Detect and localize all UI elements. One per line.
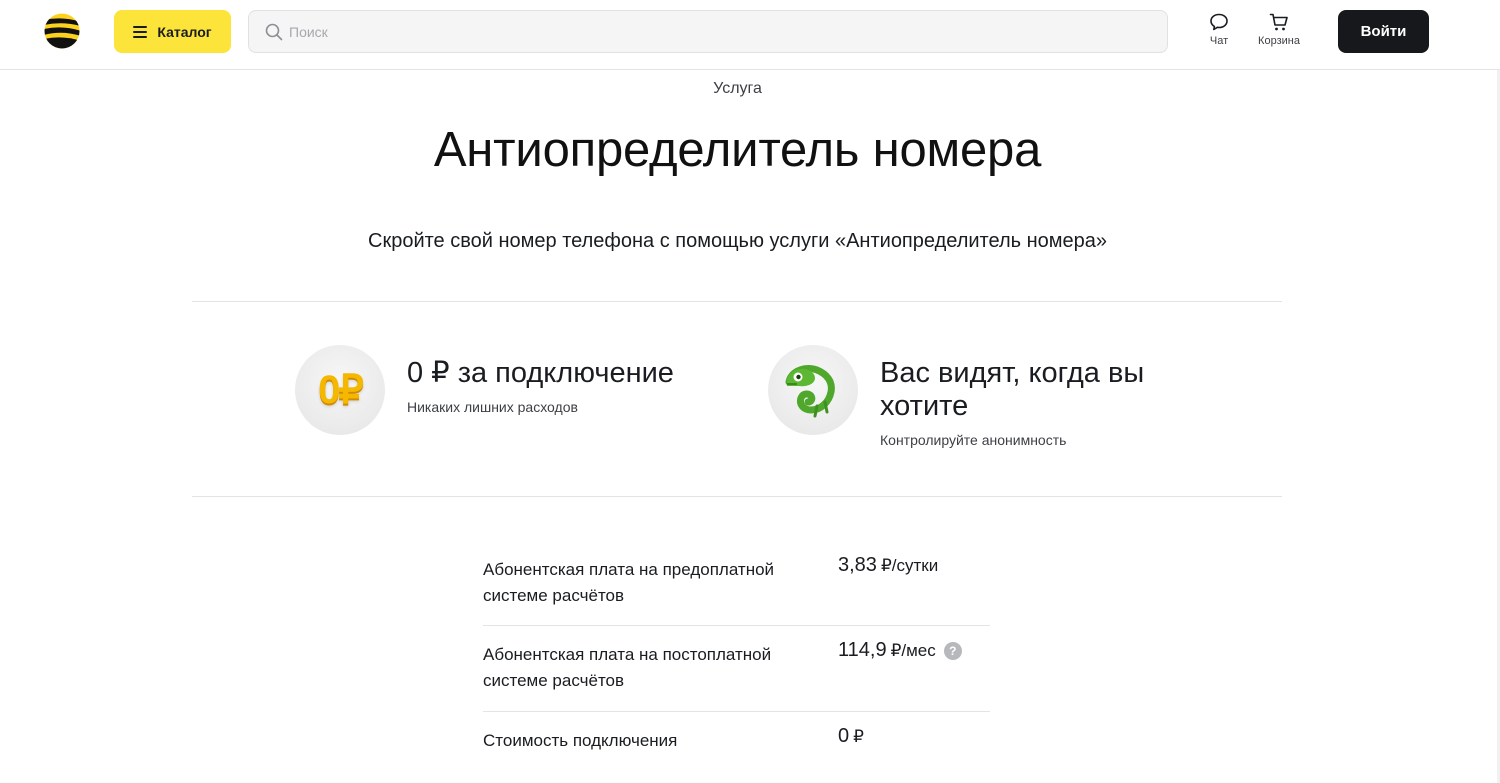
search-input[interactable] xyxy=(289,23,1149,40)
feature-anonymity: Вас видят, когда вы хотите Контролируйте… xyxy=(768,345,1180,448)
chameleon-graphic xyxy=(785,365,835,418)
feature-title: 0 ₽ за подключение xyxy=(407,357,674,389)
tariff-row-postpaid: Абонентская плата на постоплатной систем… xyxy=(483,639,990,712)
tariff-row-connection: Стоимость подключения 0 ₽ xyxy=(483,725,990,768)
help-icon[interactable]: ? xyxy=(943,641,962,660)
tariff-label: Стоимость подключения xyxy=(483,731,678,750)
search-bar[interactable] xyxy=(248,10,1168,53)
cart-icon xyxy=(1269,13,1288,31)
beeline-logo-icon[interactable] xyxy=(44,13,80,49)
zero-ruble-icon-text: 0₽ xyxy=(318,368,364,412)
cart-label: Корзина xyxy=(1258,35,1300,47)
tariff-amount: 3,83 xyxy=(838,554,877,576)
tariff-unit: ₽ xyxy=(853,726,864,746)
chameleon-icon xyxy=(768,345,858,435)
chat-button[interactable]: Чат xyxy=(1204,12,1234,47)
page-subtitle: Скройте свой номер телефона с помощью ус… xyxy=(368,230,1107,252)
chat-icon xyxy=(1210,13,1228,31)
feature-description: Контролируйте анонимность xyxy=(880,432,1067,448)
page-title: Антиопределитель номера xyxy=(433,123,1042,177)
menu-icon xyxy=(133,25,148,38)
feature-description: Никаких лишних расходов xyxy=(407,399,578,415)
tariff-value: 3,83 ₽/сутки xyxy=(838,554,938,577)
tariff-row-prepaid: Абонентская плата на предоплатной систем… xyxy=(483,554,990,626)
chat-label: Чат xyxy=(1209,35,1229,47)
divider xyxy=(192,301,1282,302)
catalog-button[interactable]: Каталог xyxy=(114,10,231,53)
feature-free-connection: 0₽ 0 ₽ за подключение Никаких лишних рас… xyxy=(295,345,674,435)
catalog-button-label: Каталог xyxy=(157,23,212,40)
divider xyxy=(192,496,1282,497)
feature-title: Вас видят, когда вы хотите xyxy=(880,357,1145,422)
tariff-value: 114,9 ₽/мес ? xyxy=(838,639,962,662)
tariff-label: Абонентская плата на предоплатной систем… xyxy=(483,560,775,605)
cart-button[interactable]: Корзина xyxy=(1253,12,1305,47)
service-eyebrow: Услуга xyxy=(713,80,762,97)
tariff-value: 0 ₽ xyxy=(838,725,864,748)
site-header: Каталог Чат Корзина Войти xyxy=(0,0,1500,70)
login-button[interactable]: Войти xyxy=(1338,10,1429,53)
zero-ruble-icon: 0₽ xyxy=(295,345,385,435)
tariff-amount: 0 xyxy=(838,725,850,747)
tariff-unit: ₽/мес xyxy=(890,640,936,660)
search-icon xyxy=(265,23,283,40)
tariff-label: Абонентская плата на постоплатной систем… xyxy=(483,645,772,690)
tariff-unit: ₽/сутки xyxy=(880,555,939,575)
tariff-amount: 114,9 xyxy=(838,639,887,661)
